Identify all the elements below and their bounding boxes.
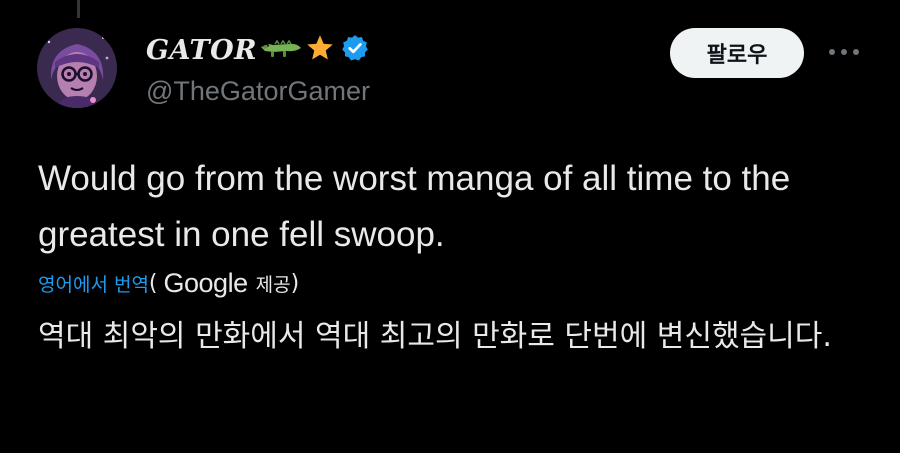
translation-attribution: 영어에서 번역 ( Google 제공 )	[38, 263, 299, 303]
tweet-text: Would go from the worst manga of all tim…	[38, 159, 791, 254]
author-handle[interactable]: @TheGatorGamer	[146, 76, 370, 107]
translated-tweet-text: 역대 최악의 만화에서 역대 최고의 만화로 단번에 변신했습니다.	[38, 319, 832, 354]
thread-connector-line	[77, 0, 80, 18]
translated-from-english-link[interactable]: 영어에서 번역	[38, 270, 149, 297]
avatar-image	[37, 28, 117, 108]
more-options-button[interactable]	[826, 41, 862, 63]
crocodile-icon	[259, 37, 303, 63]
paren-close: )	[290, 270, 300, 296]
avatar[interactable]	[37, 28, 117, 108]
star-icon	[305, 33, 335, 67]
google-logo: Google	[163, 267, 249, 298]
author-name-row[interactable]: GATOR	[146, 30, 369, 70]
paren-open: (	[148, 270, 158, 296]
author-display-name[interactable]: GATOR	[146, 35, 257, 66]
verified-badge-icon[interactable]	[341, 34, 369, 66]
more-horizontal-icon	[829, 49, 859, 55]
follow-button[interactable]: 팔로우	[670, 28, 804, 78]
provider-suffix: 제공	[255, 273, 291, 296]
